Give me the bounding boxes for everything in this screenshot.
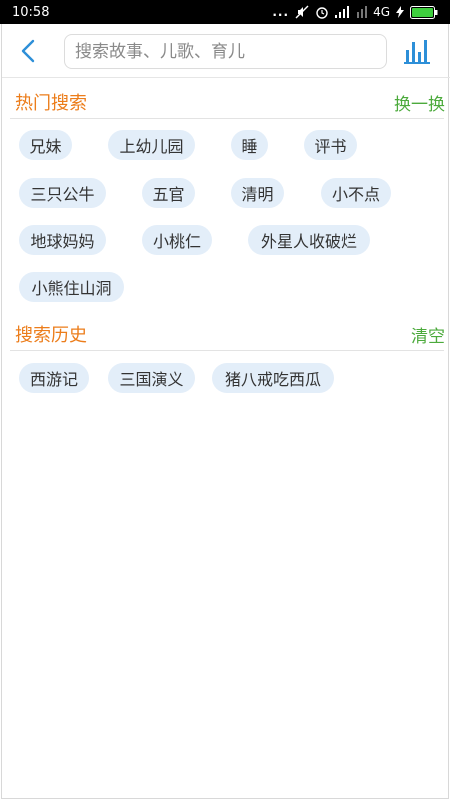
status-bar: 10:58 ... 4G [0, 0, 450, 24]
history-tag[interactable]: 西游记 [19, 363, 89, 393]
signal-4g-icon [357, 6, 368, 18]
chevron-left-icon [21, 39, 35, 63]
hot-tag[interactable]: 地球妈妈 [19, 225, 106, 255]
search-input[interactable] [75, 35, 386, 68]
bar-chart-icon [404, 40, 430, 64]
more-dots-icon: ... [272, 5, 290, 19]
hot-search-title: 热门搜索 [15, 93, 87, 114]
search-box[interactable] [64, 34, 387, 69]
hot-tag[interactable]: 上幼儿园 [108, 130, 195, 160]
mute-icon [295, 5, 309, 19]
hot-tag[interactable]: 小桃仁 [142, 225, 212, 255]
hot-tag[interactable]: 睡 [231, 130, 268, 160]
refresh-button[interactable]: 换一换 [394, 90, 445, 115]
alarm-icon [315, 5, 329, 19]
status-icons: ... 4G [272, 5, 438, 19]
hot-tag[interactable]: 小不点 [321, 178, 391, 208]
hot-tag[interactable]: 清明 [231, 178, 284, 208]
app-frame: 热门搜索 换一换 兄妹 上幼儿园 睡 评书 三只公牛 五官 清明 小不点 地球妈… [1, 24, 450, 799]
hot-tag[interactable]: 评书 [304, 130, 357, 160]
history-title: 搜索历史 [15, 325, 87, 346]
status-time: 10:58 [12, 4, 50, 20]
search-header [2, 24, 450, 78]
back-button[interactable] [18, 38, 40, 64]
chart-button[interactable] [404, 38, 432, 64]
network-type: 4G [373, 5, 390, 19]
hot-tag[interactable]: 外星人收破烂 [248, 225, 370, 255]
hot-tag[interactable]: 三只公牛 [19, 178, 106, 208]
history-divider [10, 350, 444, 351]
hot-tag[interactable]: 五官 [142, 178, 195, 208]
hot-search-header: 热门搜索 换一换 [15, 88, 445, 116]
clear-history-button[interactable]: 清空 [411, 322, 445, 347]
hot-tag[interactable]: 小熊住山洞 [19, 272, 124, 302]
hot-tag[interactable]: 兄妹 [19, 130, 72, 160]
hot-search-divider [10, 118, 444, 119]
signal-icon [335, 6, 351, 18]
history-header: 搜索历史 清空 [15, 320, 445, 348]
charging-icon [396, 6, 404, 18]
history-tag[interactable]: 猪八戒吃西瓜 [212, 363, 334, 393]
battery-icon [410, 5, 438, 19]
history-tag[interactable]: 三国演义 [108, 363, 195, 393]
